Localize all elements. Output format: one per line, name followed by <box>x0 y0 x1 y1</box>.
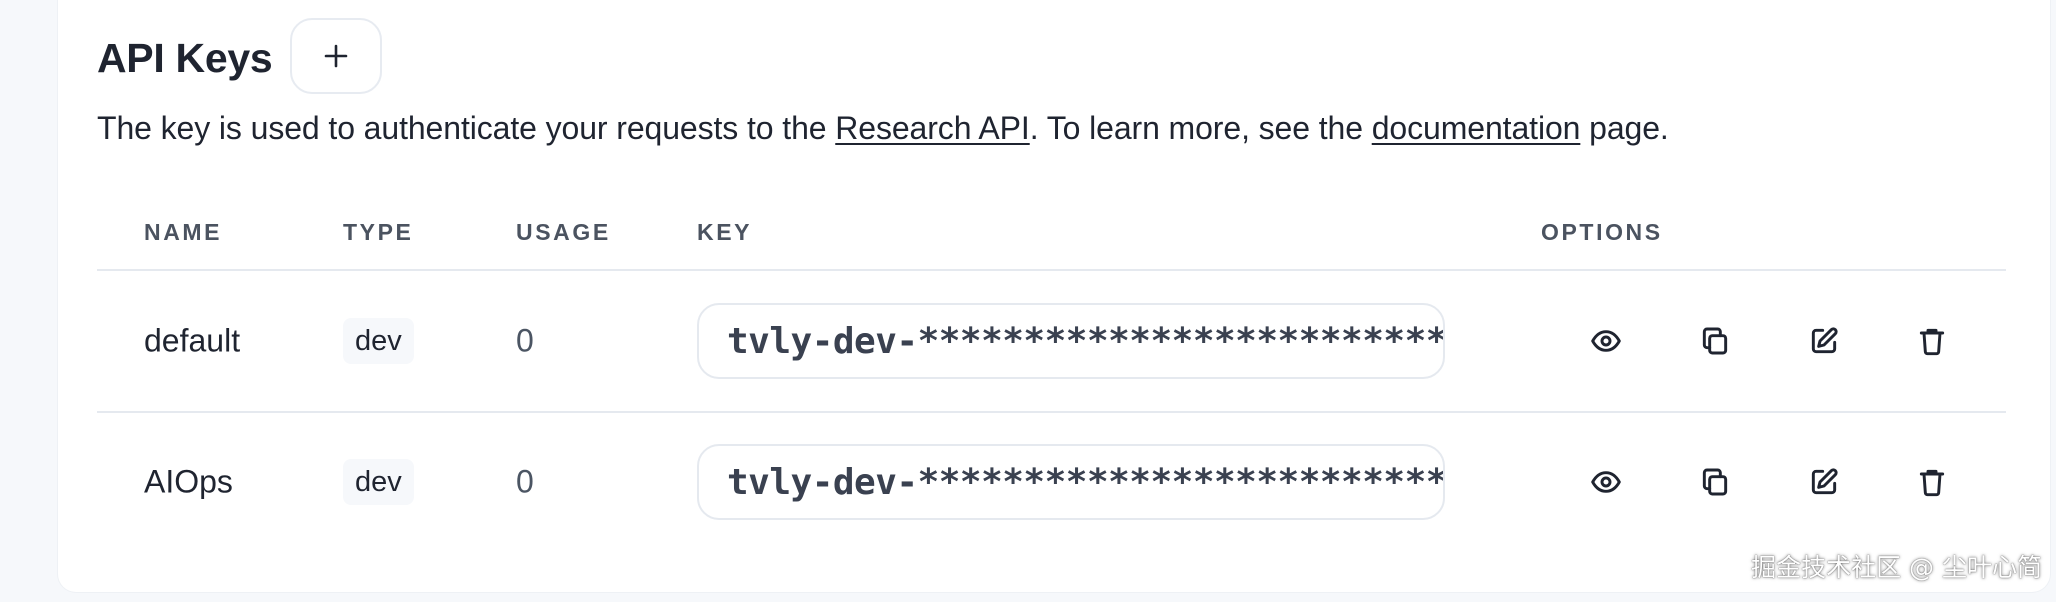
trash-icon <box>1919 469 1945 497</box>
eye-icon <box>1591 330 1621 352</box>
api-key-value: tvly-dev-*******************************… <box>727 320 1445 362</box>
page-title: API Keys <box>97 34 273 81</box>
column-header-type: TYPE <box>343 219 414 245</box>
research-api-link[interactable]: Research API <box>835 110 1030 146</box>
table-row: default dev 0 tvly-dev-*****************… <box>97 271 2006 411</box>
description-suffix: page. <box>1580 110 1669 146</box>
plus-icon <box>325 44 348 68</box>
api-key-field[interactable]: tvly-dev-*******************************… <box>697 303 1445 379</box>
copy-icon <box>1702 468 1728 496</box>
section-header: API Keys <box>97 18 383 94</box>
type-badge: dev <box>343 459 414 505</box>
column-header-options: OPTIONS <box>1541 219 1663 245</box>
edit-icon <box>1811 468 1838 495</box>
usage-count: 0 <box>516 322 534 359</box>
delete-key-button[interactable] <box>1912 462 1952 502</box>
column-header-name: NAME <box>144 219 223 245</box>
trash-icon <box>1919 328 1945 356</box>
column-header-usage: USAGE <box>516 219 611 245</box>
table-row: AIOps dev 0 tvly-dev-*******************… <box>97 412 2006 552</box>
eye-icon <box>1591 471 1621 493</box>
add-key-button[interactable] <box>290 18 383 94</box>
description-middle: . To learn more, see the <box>1029 110 1372 146</box>
edit-key-button[interactable] <box>1804 462 1844 502</box>
edit-key-button[interactable] <box>1804 321 1844 361</box>
copy-key-button[interactable] <box>1695 462 1735 502</box>
delete-key-button[interactable] <box>1912 321 1952 361</box>
type-badge: dev <box>343 318 414 364</box>
api-key-value: tvly-dev-*******************************… <box>727 461 1445 503</box>
key-name: AIOps <box>144 463 233 500</box>
copy-icon <box>1702 327 1728 355</box>
column-header-key: KEY <box>697 219 753 245</box>
page: API Keys The key is used to authenticate… <box>0 0 2056 602</box>
documentation-link[interactable]: documentation <box>1372 110 1581 146</box>
description: The key is used to authenticate your req… <box>97 108 1669 148</box>
copy-key-button[interactable] <box>1695 321 1735 361</box>
usage-count: 0 <box>516 463 534 500</box>
edit-icon <box>1811 327 1838 354</box>
watermark: 掘金技术社区 @ 尘叶心简 <box>1751 553 2042 582</box>
description-prefix: The key is used to authenticate your req… <box>97 110 836 146</box>
key-name: default <box>144 322 241 359</box>
view-key-button[interactable] <box>1586 321 1626 361</box>
api-key-field[interactable]: tvly-dev-*******************************… <box>697 444 1445 520</box>
view-key-button[interactable] <box>1586 462 1626 502</box>
